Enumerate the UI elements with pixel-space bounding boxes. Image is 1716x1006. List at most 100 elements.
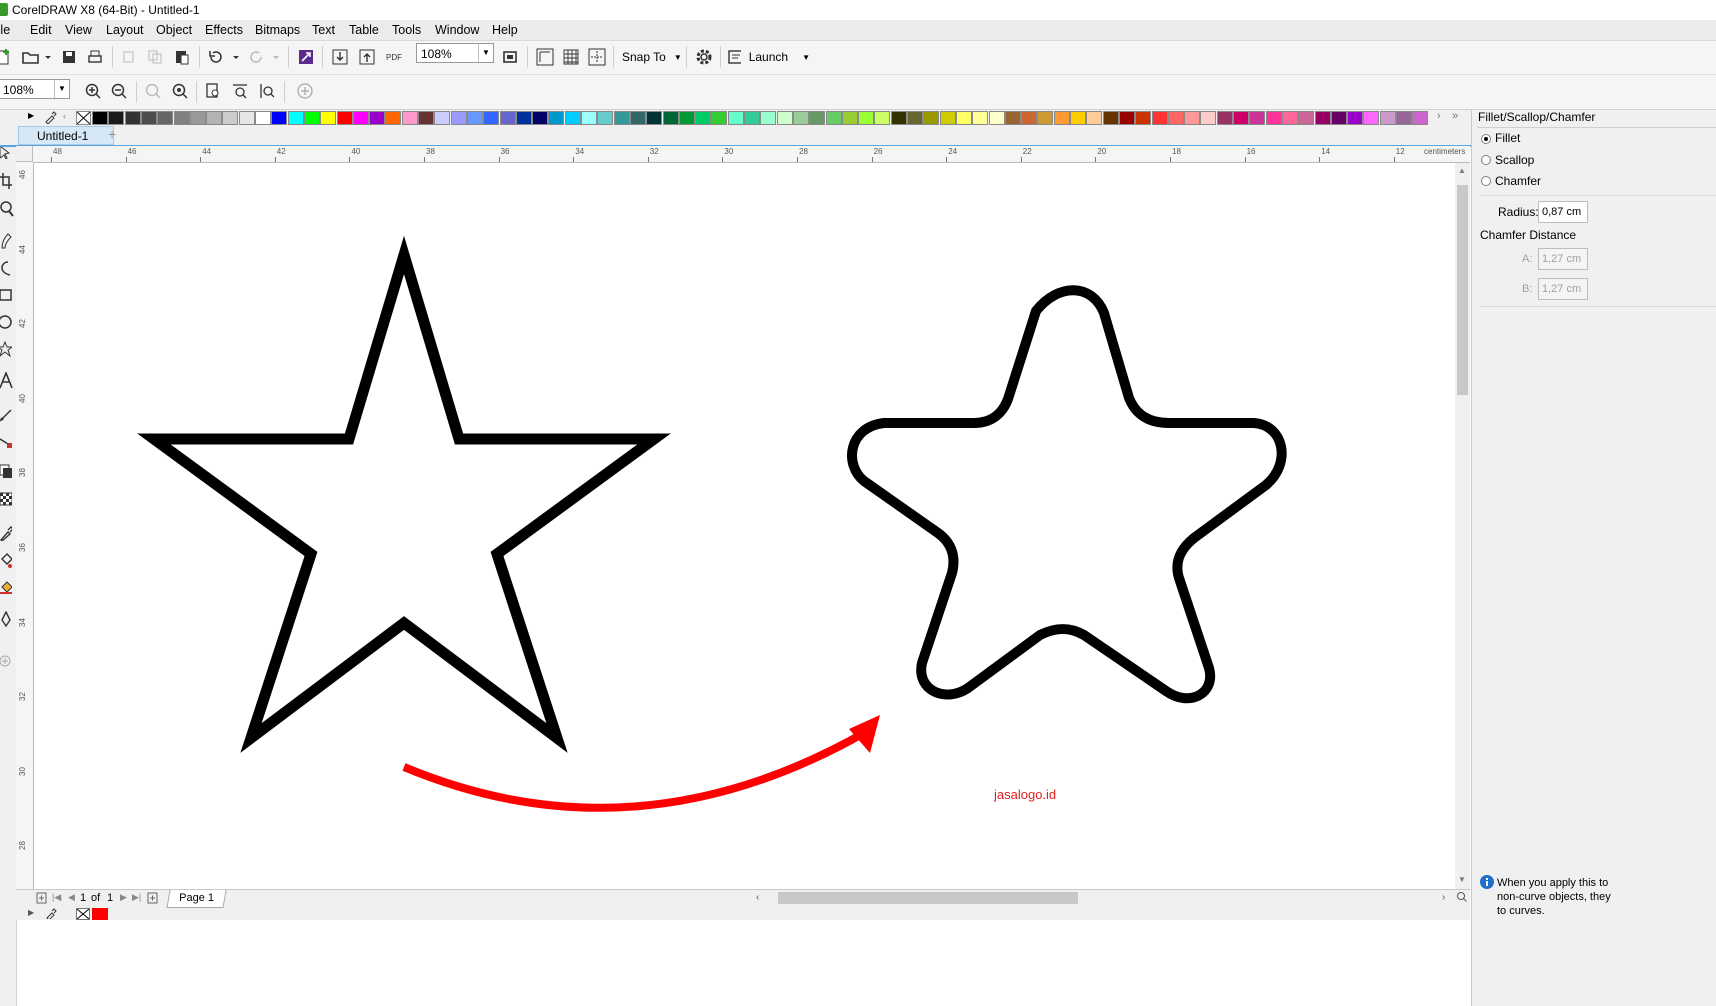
color-swatch[interactable] bbox=[1200, 111, 1217, 125]
color-swatch[interactable] bbox=[760, 111, 777, 125]
new-document-icon[interactable] bbox=[0, 46, 12, 68]
color-swatch[interactable] bbox=[1379, 111, 1396, 125]
zoom-level-combo[interactable]: 108% ▼ bbox=[416, 43, 494, 63]
color-swatch[interactable] bbox=[255, 111, 271, 125]
color-swatch[interactable] bbox=[613, 111, 630, 125]
zoom-out-icon[interactable] bbox=[109, 80, 129, 102]
zoom-tool-icon[interactable] bbox=[0, 200, 14, 218]
color-swatch[interactable] bbox=[434, 111, 451, 125]
color-swatch[interactable] bbox=[841, 111, 858, 125]
status-eyedropper-icon[interactable] bbox=[46, 907, 58, 922]
drawing-canvas[interactable]: jasalogo.id bbox=[34, 163, 1454, 889]
redo-icon[interactable] bbox=[248, 46, 282, 68]
menu-help[interactable]: Help bbox=[492, 23, 518, 37]
menu-window[interactable]: Window bbox=[435, 23, 479, 37]
color-swatch[interactable] bbox=[727, 111, 744, 125]
color-swatch[interactable] bbox=[1086, 111, 1103, 125]
color-swatch[interactable] bbox=[108, 111, 125, 125]
color-swatch[interactable] bbox=[907, 111, 923, 125]
property-zoom-combo[interactable]: 108% ▼ bbox=[0, 79, 70, 99]
color-swatch[interactable] bbox=[401, 111, 418, 125]
zoom-to-selected-icon[interactable] bbox=[143, 80, 163, 102]
show-grid-icon[interactable] bbox=[561, 46, 581, 68]
color-swatch[interactable] bbox=[92, 111, 108, 125]
color-swatch[interactable] bbox=[1281, 111, 1298, 125]
palette-eyedropper-icon[interactable] bbox=[44, 110, 58, 127]
import-icon[interactable] bbox=[331, 46, 349, 68]
snap-to-dropdown[interactable]: Snap To ▼ bbox=[622, 46, 682, 68]
scroll-down-arrow-icon[interactable]: ▼ bbox=[1458, 875, 1466, 884]
color-swatch[interactable] bbox=[564, 111, 581, 125]
color-swatch[interactable] bbox=[1135, 111, 1152, 125]
color-swatch[interactable] bbox=[1363, 111, 1380, 125]
open-icon[interactable] bbox=[20, 46, 52, 68]
cut-icon[interactable] bbox=[120, 46, 138, 68]
color-swatch[interactable] bbox=[1102, 111, 1119, 125]
show-rulers-icon[interactable] bbox=[535, 46, 555, 68]
color-swatch[interactable] bbox=[124, 111, 141, 125]
undo-icon[interactable] bbox=[206, 46, 242, 68]
palette-scroll-right-icon[interactable]: › bbox=[1437, 110, 1441, 122]
color-swatch[interactable] bbox=[1053, 111, 1070, 125]
menu-layout[interactable]: Layout bbox=[106, 23, 144, 37]
color-swatch[interactable] bbox=[1184, 111, 1201, 125]
color-swatch[interactable] bbox=[1347, 111, 1364, 125]
insert-page-after-icon[interactable] bbox=[147, 892, 159, 907]
color-swatch[interactable] bbox=[1233, 111, 1249, 125]
menu-table[interactable]: Table bbox=[349, 23, 379, 37]
launch-dropdown[interactable]: Launch ▼ bbox=[728, 46, 810, 68]
chevron-down-icon[interactable]: ▼ bbox=[54, 80, 69, 98]
radius-input[interactable]: 0,87 cm bbox=[1538, 201, 1588, 223]
color-swatch[interactable] bbox=[1314, 111, 1331, 125]
rectangle-tool-icon[interactable] bbox=[0, 286, 14, 304]
color-swatch[interactable] bbox=[1004, 111, 1021, 125]
scroll-up-arrow-icon[interactable]: ▲ bbox=[1458, 166, 1466, 175]
print-icon[interactable] bbox=[86, 46, 104, 68]
color-swatch[interactable] bbox=[157, 111, 174, 125]
color-swatch[interactable] bbox=[695, 111, 712, 125]
interactive-fill-tool-icon[interactable] bbox=[0, 552, 14, 570]
color-swatch[interactable] bbox=[1167, 111, 1184, 125]
color-swatch[interactable] bbox=[499, 111, 516, 125]
color-swatch[interactable] bbox=[988, 111, 1005, 125]
color-swatch[interactable] bbox=[369, 111, 386, 125]
chamfer-a-input[interactable]: 1,27 cm bbox=[1538, 248, 1588, 270]
color-swatch[interactable] bbox=[678, 111, 695, 125]
scallop-radio[interactable] bbox=[1481, 155, 1491, 165]
options-gear-icon[interactable] bbox=[694, 46, 714, 68]
color-swatch[interactable] bbox=[1118, 111, 1135, 125]
menu-view[interactable]: View bbox=[65, 23, 92, 37]
connector-tool-icon[interactable] bbox=[0, 434, 14, 452]
color-swatch[interactable] bbox=[385, 111, 402, 125]
transparency-tool-icon[interactable] bbox=[0, 490, 14, 508]
color-swatch[interactable] bbox=[515, 111, 532, 125]
color-swatch[interactable] bbox=[646, 111, 663, 125]
chevron-down-icon[interactable]: ▼ bbox=[478, 44, 493, 62]
search-content-icon[interactable] bbox=[297, 46, 315, 68]
zoom-in-icon[interactable] bbox=[83, 80, 103, 102]
next-page-icon[interactable]: ▶ bbox=[120, 892, 127, 903]
ruler-origin[interactable] bbox=[16, 146, 33, 162]
color-swatch[interactable] bbox=[711, 111, 728, 125]
color-swatch[interactable] bbox=[532, 111, 549, 125]
color-swatch[interactable] bbox=[1396, 111, 1412, 125]
scroll-left-arrow-icon[interactable]: ‹ bbox=[756, 892, 759, 903]
horizontal-ruler[interactable]: 48 46 44 42 40 38 36 34 32 30 28 26 24 22 20 18 16 14 12 bbox=[16, 146, 1470, 163]
full-screen-preview-icon[interactable] bbox=[501, 46, 519, 68]
zoom-to-page-height-icon[interactable] bbox=[257, 80, 277, 102]
color-swatch[interactable] bbox=[1216, 111, 1233, 125]
export-icon[interactable] bbox=[358, 46, 376, 68]
page-1-tab[interactable]: Page 1 bbox=[166, 890, 227, 908]
color-swatch[interactable] bbox=[173, 111, 190, 125]
outline-pen-tool-icon[interactable] bbox=[0, 610, 14, 628]
color-swatch[interactable] bbox=[809, 111, 826, 125]
color-swatch[interactable] bbox=[1070, 111, 1086, 125]
color-swatch[interactable] bbox=[483, 111, 500, 125]
color-swatch[interactable] bbox=[858, 111, 875, 125]
color-swatch[interactable] bbox=[320, 111, 337, 125]
color-swatch[interactable] bbox=[1151, 111, 1168, 125]
add-plus-icon[interactable] bbox=[295, 80, 315, 102]
menu-text[interactable]: Text bbox=[312, 23, 335, 37]
show-guidelines-icon[interactable] bbox=[587, 46, 607, 68]
color-swatch[interactable] bbox=[1249, 111, 1266, 125]
